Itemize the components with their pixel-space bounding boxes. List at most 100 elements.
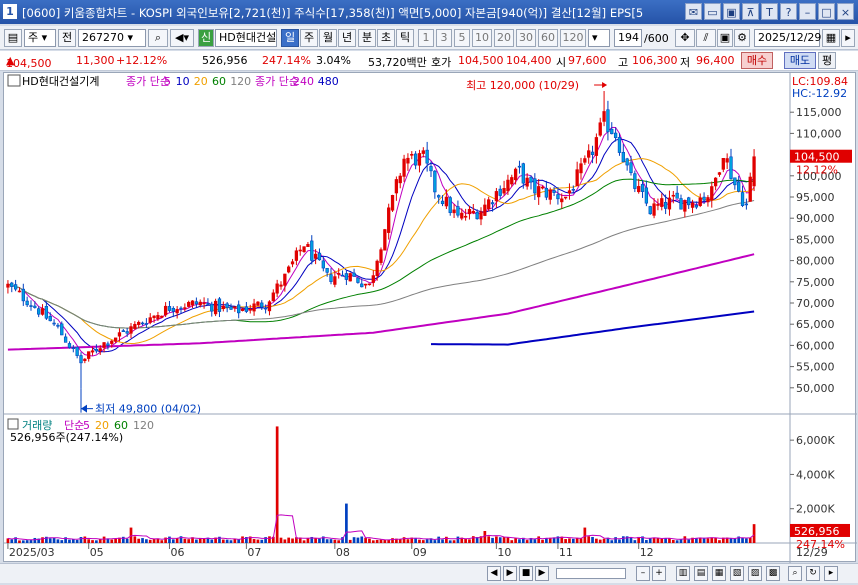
interval-20[interactable]: 20 — [494, 29, 514, 47]
candle-body — [160, 315, 164, 318]
candle-body — [83, 358, 87, 361]
stock-name[interactable]: HD현대건설 — [215, 29, 277, 47]
volume-bar — [483, 531, 487, 543]
eval-button[interactable]: 평 — [818, 52, 836, 69]
interval-5[interactable]: 5 — [454, 29, 470, 47]
sell-button[interactable]: 매도 — [784, 52, 816, 69]
font-icon[interactable]: T — [761, 3, 778, 20]
refresh-icon[interactable]: ↻ — [806, 566, 820, 581]
candle-body — [383, 229, 387, 251]
volume-bar — [10, 539, 14, 543]
count-input[interactable]: 194 — [614, 29, 642, 47]
period-week[interactable]: 주 — [300, 29, 318, 47]
menu-icon[interactable]: ▤ — [4, 29, 22, 47]
search-zoom-icon[interactable]: ⌕ — [788, 566, 802, 581]
view-icon-1[interactable]: ▥ — [676, 566, 690, 581]
candle-body — [229, 306, 233, 310]
volume-bar — [425, 539, 429, 543]
calendar-icon[interactable]: ▦ — [822, 29, 840, 47]
search-icon[interactable]: ⌕ — [148, 29, 168, 47]
period-month[interactable]: 월 — [319, 29, 337, 47]
volume-bar — [714, 537, 717, 543]
period-year[interactable]: 년 — [338, 29, 356, 47]
x-tick-label: 09 — [413, 546, 427, 559]
volume-bar — [52, 537, 56, 543]
volume-bar — [706, 538, 710, 543]
help-icon[interactable]: ? — [780, 3, 797, 20]
y-tick-label: 55,000 — [796, 361, 835, 374]
volume-bar — [568, 538, 571, 543]
chart-scrollbar[interactable]: ◀ ▶ ■ ▶ – + ▥ ▤ ▦ ▧ ▨ ▩ ⌕ ↻ ▸ — [0, 563, 858, 583]
view-icon-3[interactable]: ▦ — [712, 566, 726, 581]
more-icon[interactable]: ▸ — [841, 29, 855, 47]
volume-bar — [391, 538, 394, 543]
candle-body — [583, 158, 587, 163]
speaker-icon[interactable]: ◀▾ — [170, 29, 194, 47]
market-select[interactable]: 주 ▾ — [24, 29, 56, 47]
maximize-icon[interactable]: □ — [818, 3, 835, 20]
layout-icon[interactable]: ▣ — [723, 3, 740, 20]
price-chart[interactable]: 50,000 55,000 60,000 65,000 70,000 75,000 80,0… — [4, 73, 857, 563]
date-input[interactable]: 2025/12/29 — [754, 29, 821, 47]
stop-icon[interactable]: ■ — [519, 566, 533, 581]
jeon-button[interactable]: 전 — [58, 29, 76, 47]
candle-body — [102, 342, 106, 348]
zoom-in-icon[interactable]: + — [652, 566, 666, 581]
message-icon[interactable]: ✉ — [685, 3, 702, 20]
scroll-track[interactable] — [556, 568, 626, 579]
volume-bar — [371, 540, 375, 543]
volume-bar — [541, 539, 544, 543]
period-second[interactable]: 초 — [377, 29, 395, 47]
play-icon[interactable]: ▶ — [503, 566, 517, 581]
volume-bar — [629, 537, 633, 543]
period-minute[interactable]: 분 — [358, 29, 376, 47]
view-icon-2[interactable]: ▤ — [694, 566, 708, 581]
volume-bar — [364, 537, 367, 543]
volume-ratio: 247.14% — [262, 54, 311, 67]
interval-1[interactable]: 1 — [418, 29, 434, 47]
period-tick[interactable]: 틱 — [396, 29, 414, 47]
candle-body — [275, 283, 279, 294]
interval-select[interactable]: ▾ — [588, 29, 610, 47]
pin-icon[interactable]: ⊼ — [742, 3, 759, 20]
candle-body — [417, 153, 422, 166]
candle-body — [337, 273, 341, 275]
candle-body — [706, 197, 710, 203]
period-day[interactable]: 일 — [281, 29, 299, 47]
chart-type-icon[interactable]: ⫽ — [696, 29, 716, 47]
interval-60[interactable]: 60 — [538, 29, 558, 47]
scroll-right-icon[interactable]: ▶ — [535, 566, 549, 581]
interval-30[interactable]: 30 — [516, 29, 536, 47]
nav-icon[interactable]: ✥ — [675, 29, 695, 47]
candle-body — [502, 188, 506, 194]
interval-3[interactable]: 3 — [436, 29, 452, 47]
buy-button[interactable]: 매수 — [741, 52, 773, 69]
chart-area[interactable]: 50,000 55,000 60,000 65,000 70,000 75,000 80,0… — [3, 72, 857, 563]
scroll-left-icon[interactable]: ◀ — [487, 566, 501, 581]
candle-body — [402, 158, 406, 177]
settings-icon[interactable]: ⚙ — [734, 29, 750, 47]
interval-120[interactable]: 120 — [560, 29, 586, 47]
candle-body — [121, 330, 125, 333]
save-icon[interactable]: ▣ — [717, 29, 733, 47]
low-label: 저 — [680, 56, 691, 69]
volume-ma5-line — [7, 514, 755, 541]
view-icon-5[interactable]: ▨ — [748, 566, 762, 581]
close-icon[interactable]: × — [837, 3, 854, 20]
candle-body — [744, 203, 749, 206]
candle-body — [433, 170, 437, 193]
interval-10[interactable]: 10 — [472, 29, 492, 47]
zoom-out-icon[interactable]: – — [636, 566, 650, 581]
candle-body — [213, 300, 218, 315]
code-input[interactable]: 267270 ▾ — [78, 29, 146, 47]
minimize-icon[interactable]: – — [799, 3, 816, 20]
restore-icon[interactable]: ▭ — [704, 3, 721, 20]
volume-bar — [679, 539, 683, 543]
volume-bar — [83, 536, 87, 543]
view-icon-4[interactable]: ▧ — [730, 566, 744, 581]
view-icon-6[interactable]: ▩ — [766, 566, 780, 581]
candle-body — [721, 157, 725, 170]
scroll-end-icon[interactable]: ▸ — [824, 566, 838, 581]
panel-menu-icon — [7, 74, 21, 87]
candle-body — [752, 156, 756, 187]
